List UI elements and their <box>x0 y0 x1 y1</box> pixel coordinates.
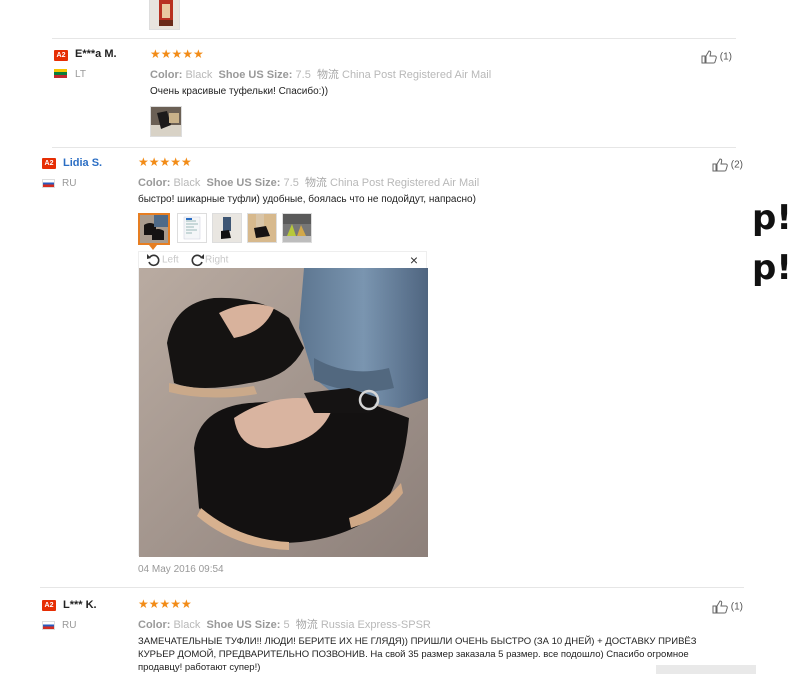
review-photo-thumb[interactable] <box>177 213 207 243</box>
review-photo-thumb[interactable] <box>282 213 312 243</box>
buyer-level-badge: A2 <box>42 600 56 611</box>
helpful-count: (1) <box>719 51 733 63</box>
review-text: Очень красивые туфельки! Спасибо:)) <box>150 86 329 97</box>
shipping-value: China Post Registered Air Mail <box>342 69 492 81</box>
buyer-level-badge: A2 <box>54 50 68 61</box>
reviewer-name: L*** K. <box>63 599 97 611</box>
review-date: 04 May 2016 09:54 <box>138 564 224 575</box>
thumbs-up-icon <box>712 158 728 172</box>
shipping-label: 物流 <box>304 177 327 189</box>
order-attributes: Color: Black Shoe US Size: 7.5 物流 China … <box>138 174 479 190</box>
rotate-left-icon <box>147 254 160 267</box>
reviewer-name: E***a M. <box>75 48 117 60</box>
buyer-level-badge: A2 <box>42 158 56 169</box>
size-label: Shoe US Size: <box>206 177 281 189</box>
rating-stars: ★★★★★ <box>138 155 192 169</box>
close-icon[interactable]: × <box>410 252 418 268</box>
rotate-right-icon <box>191 254 204 267</box>
order-attributes: Color: Black Shoe US Size: 5 物流 Russia E… <box>138 616 431 632</box>
shipping-value: China Post Registered Air Mail <box>330 177 480 189</box>
size-value: 7.5 <box>295 69 311 81</box>
rotate-left-label: Left <box>162 254 179 266</box>
reviewer-name[interactable]: Lidia S. <box>63 157 102 169</box>
country-flag-icon <box>54 69 67 78</box>
side-text: p! <box>752 198 792 238</box>
size-label: Shoe US Size: <box>206 619 281 631</box>
rating-stars: ★★★★★ <box>138 597 192 611</box>
thumbs-up-icon <box>701 50 717 64</box>
country-flag-icon <box>42 179 55 188</box>
helpful-button[interactable]: (2) <box>712 158 743 172</box>
size-value: 5 <box>283 619 290 631</box>
helpful-button[interactable]: (1) <box>701 50 732 64</box>
rotate-right-label: Right <box>205 254 229 266</box>
color-label: Color: <box>150 69 183 81</box>
review-photo-large <box>139 268 428 557</box>
review-photo-thumb[interactable] <box>247 213 277 243</box>
helpful-count: (1) <box>730 601 744 613</box>
size-label: Shoe US Size: <box>218 69 293 81</box>
shipping-value: Russia Express-SPSR <box>320 619 431 631</box>
review-text: ЗАМЕЧАТЕЛЬНЫЕ ТУФЛИ!! ЛЮДИ! БЕРИТЕ ИХ НЕ… <box>138 636 697 673</box>
selected-indicator <box>149 245 157 250</box>
rotate-left-button[interactable]: Left <box>146 253 179 267</box>
helpful-button[interactable]: (1) <box>712 600 743 614</box>
helpful-count: (2) <box>730 159 744 171</box>
thumbs-up-icon <box>712 600 728 614</box>
scroll-indicator <box>656 665 756 674</box>
color-value: Black <box>185 69 213 81</box>
rating-stars: ★★★★★ <box>150 47 204 61</box>
color-value: Black <box>173 619 201 631</box>
size-value: 7.5 <box>283 177 299 189</box>
rotate-right-button[interactable]: Right <box>189 253 228 267</box>
order-attributes: Color: Black Shoe US Size: 7.5 物流 China … <box>150 66 491 82</box>
shipping-label: 物流 <box>316 69 339 81</box>
color-label: Color: <box>138 619 171 631</box>
review-photo-thumb[interactable] <box>150 106 182 137</box>
reviewer-country: RU <box>62 620 77 631</box>
review-photo-thumb[interactable] <box>149 0 180 30</box>
shipping-label: 物流 <box>295 619 318 631</box>
reviewer-country: RU <box>62 178 77 189</box>
side-text: p! <box>752 248 792 288</box>
country-flag-icon <box>42 621 55 630</box>
color-label: Color: <box>138 177 171 189</box>
reviewer-country: LT <box>75 69 86 80</box>
review-text: быстро! шикарные туфли) удобные, боялась… <box>138 194 476 205</box>
review-photo-thumb-selected[interactable] <box>138 213 170 245</box>
color-value: Black <box>173 177 201 189</box>
review-photo-thumb[interactable] <box>212 213 242 243</box>
image-viewer: Left Right × <box>138 251 428 557</box>
